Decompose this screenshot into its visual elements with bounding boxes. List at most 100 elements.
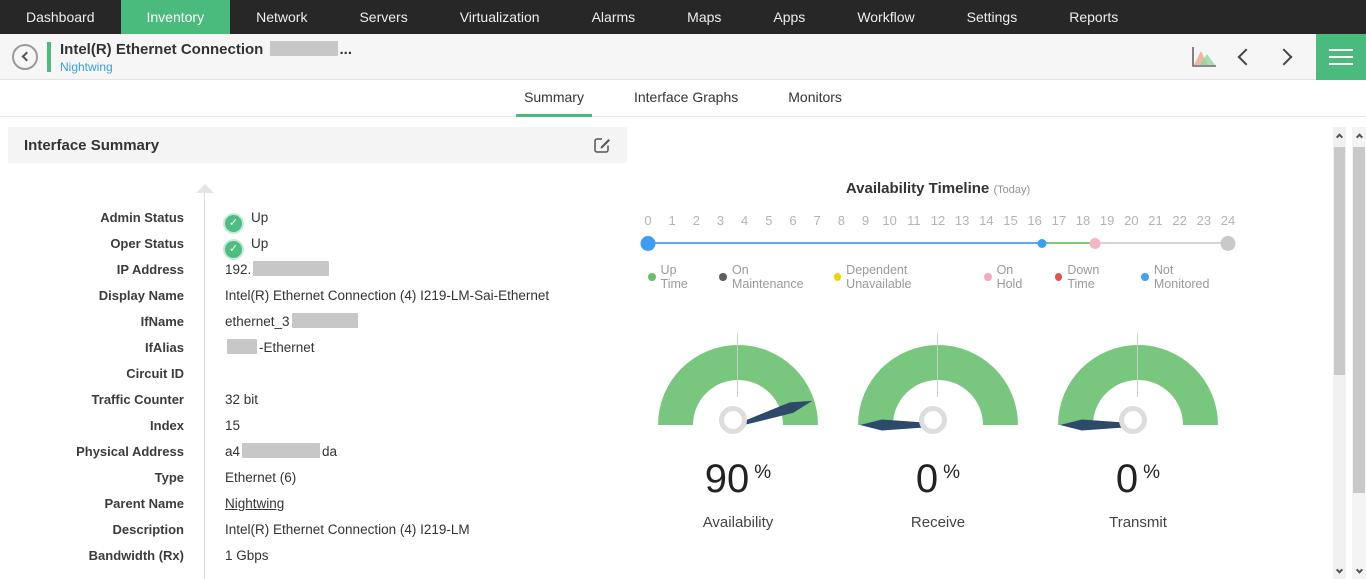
redacted-text xyxy=(292,313,358,328)
next-device-button[interactable] xyxy=(1276,49,1293,66)
timeline-marker xyxy=(1090,238,1101,249)
field-row-index: Index 15 xyxy=(8,413,627,439)
tab-bar: Summary Interface Graphs Monitors xyxy=(0,80,1366,117)
nav-apps[interactable]: Apps xyxy=(747,0,831,34)
timeline-marker xyxy=(1221,236,1236,251)
hour-label: 0 xyxy=(644,213,651,228)
timeline-segment xyxy=(1095,242,1228,244)
nav-dashboard[interactable]: Dashboard xyxy=(0,0,121,34)
back-button[interactable] xyxy=(12,44,38,70)
field-value: 15 xyxy=(225,413,240,439)
scroll-up-button[interactable] xyxy=(1352,127,1366,143)
outer-scrollbar[interactable] xyxy=(1352,127,1366,579)
nav-maps[interactable]: Maps xyxy=(661,0,747,34)
area-chart-icon[interactable] xyxy=(1190,45,1218,69)
tab-monitors[interactable]: Monitors xyxy=(780,80,850,117)
timeline-segment xyxy=(648,242,1042,244)
redacted-text xyxy=(253,261,329,276)
hour-label: 23 xyxy=(1197,213,1211,228)
tab-interface-graphs[interactable]: Interface Graphs xyxy=(626,80,746,117)
hour-label: 3 xyxy=(717,213,724,228)
timeline-marker xyxy=(641,236,656,251)
hour-label: 17 xyxy=(1052,213,1066,228)
hour-label: 24 xyxy=(1221,213,1235,228)
hour-label: 15 xyxy=(1003,213,1017,228)
hour-label: 12 xyxy=(931,213,945,228)
scroll-up-button[interactable] xyxy=(1333,127,1346,143)
field-value: Intel(R) Ethernet Connection (4) I219-LM xyxy=(225,517,470,543)
field-row-admin-status: Admin Status ✓Up xyxy=(8,205,627,231)
chevron-up-icon xyxy=(1355,133,1362,140)
nav-virtualization[interactable]: Virtualization xyxy=(434,0,566,34)
inner-scrollbar[interactable] xyxy=(1333,127,1346,579)
field-value: 32 bit xyxy=(225,387,258,413)
nav-inventory[interactable]: Inventory xyxy=(121,0,231,34)
hour-label: 13 xyxy=(955,213,969,228)
edit-icon[interactable] xyxy=(593,136,611,154)
field-value: ethernet_3 xyxy=(225,309,360,335)
interface-summary-panel: Interface Summary Admin Status ✓Up Oper … xyxy=(8,127,627,163)
timeline-title: Availability Timeline (Today) xyxy=(648,180,1228,197)
field-row-oper-status: Oper Status ✓Up xyxy=(8,231,627,257)
field-label: Oper Status xyxy=(8,231,184,257)
nav-alarms[interactable]: Alarms xyxy=(566,0,662,34)
scroll-down-button[interactable] xyxy=(1352,563,1366,579)
field-row-ifalias: IfAlias -Ethernet xyxy=(8,335,627,361)
field-value: 1 Gbps xyxy=(225,543,269,569)
legend-dot xyxy=(648,273,656,281)
gauge-availability: 90% Availability xyxy=(648,345,828,531)
panel-title: Interface Summary xyxy=(24,137,593,154)
status-up-icon: ✓ xyxy=(225,241,242,258)
field-label: Circuit ID xyxy=(8,361,184,387)
tab-summary[interactable]: Summary xyxy=(516,80,592,117)
field-label: Traffic Counter xyxy=(8,387,184,413)
parent-name-link[interactable]: Nightwing xyxy=(225,496,284,511)
device-header: Intel(R) Ethernet Connection ... Nightwi… xyxy=(0,34,1366,80)
timeline-segment xyxy=(1042,242,1095,244)
chevron-up-icon xyxy=(1336,133,1343,140)
gauge-tick xyxy=(1137,333,1138,397)
field-value: -Ethernet xyxy=(225,335,315,361)
scrollbar-thumb[interactable] xyxy=(1353,147,1365,493)
gauge-value: 0% xyxy=(1048,457,1228,502)
hour-label: 21 xyxy=(1148,213,1162,228)
field-row-circuit-id: Circuit ID xyxy=(8,361,627,387)
field-label: IfAlias xyxy=(8,335,184,361)
nav-network[interactable]: Network xyxy=(230,0,333,34)
gauge-label: Receive xyxy=(848,514,1028,531)
prev-device-button[interactable] xyxy=(1238,49,1255,66)
field-value: ✓Up xyxy=(225,231,268,257)
legend-on-maintenance: On Maintenance xyxy=(719,263,818,291)
hour-label: 4 xyxy=(741,213,748,228)
gauge-value: 90% xyxy=(648,457,828,502)
nav-settings[interactable]: Settings xyxy=(941,0,1044,34)
gauge-receive: 0% Receive xyxy=(848,345,1028,531)
device-parent-name[interactable]: Nightwing xyxy=(60,60,113,74)
field-label: Index xyxy=(8,413,184,439)
field-value: 192. xyxy=(225,257,331,283)
nav-servers[interactable]: Servers xyxy=(333,0,433,34)
gauge-label: Availability xyxy=(648,514,828,531)
hour-label: 19 xyxy=(1100,213,1114,228)
scroll-down-button[interactable] xyxy=(1333,563,1346,579)
hour-label: 2 xyxy=(693,213,700,228)
timeline-hours: 0123456789101112131415161718192021222324 xyxy=(648,213,1228,229)
collapse-arrow-icon[interactable] xyxy=(196,184,214,193)
nav-workflow[interactable]: Workflow xyxy=(831,0,940,34)
field-row-physical-address: Physical Address a4da xyxy=(8,439,627,465)
field-label: IfName xyxy=(8,309,184,335)
gauge-tick xyxy=(937,333,938,397)
nav-reports[interactable]: Reports xyxy=(1043,0,1144,34)
legend-not-monitored: Not Monitored xyxy=(1141,263,1228,291)
timeline-subtitle: (Today) xyxy=(993,184,1030,196)
field-label: Display Name xyxy=(8,283,184,309)
scrollbar-thumb[interactable] xyxy=(1334,147,1345,375)
legend-on-hold: On Hold xyxy=(984,263,1040,291)
field-value: Nightwing xyxy=(225,491,284,517)
gauge-hub xyxy=(919,406,947,434)
gauge-tick xyxy=(737,333,738,397)
menu-button[interactable] xyxy=(1316,34,1366,80)
hour-label: 18 xyxy=(1076,213,1090,228)
device-title: Intel(R) Ethernet Connection ... xyxy=(60,41,352,58)
hour-label: 11 xyxy=(907,213,921,228)
